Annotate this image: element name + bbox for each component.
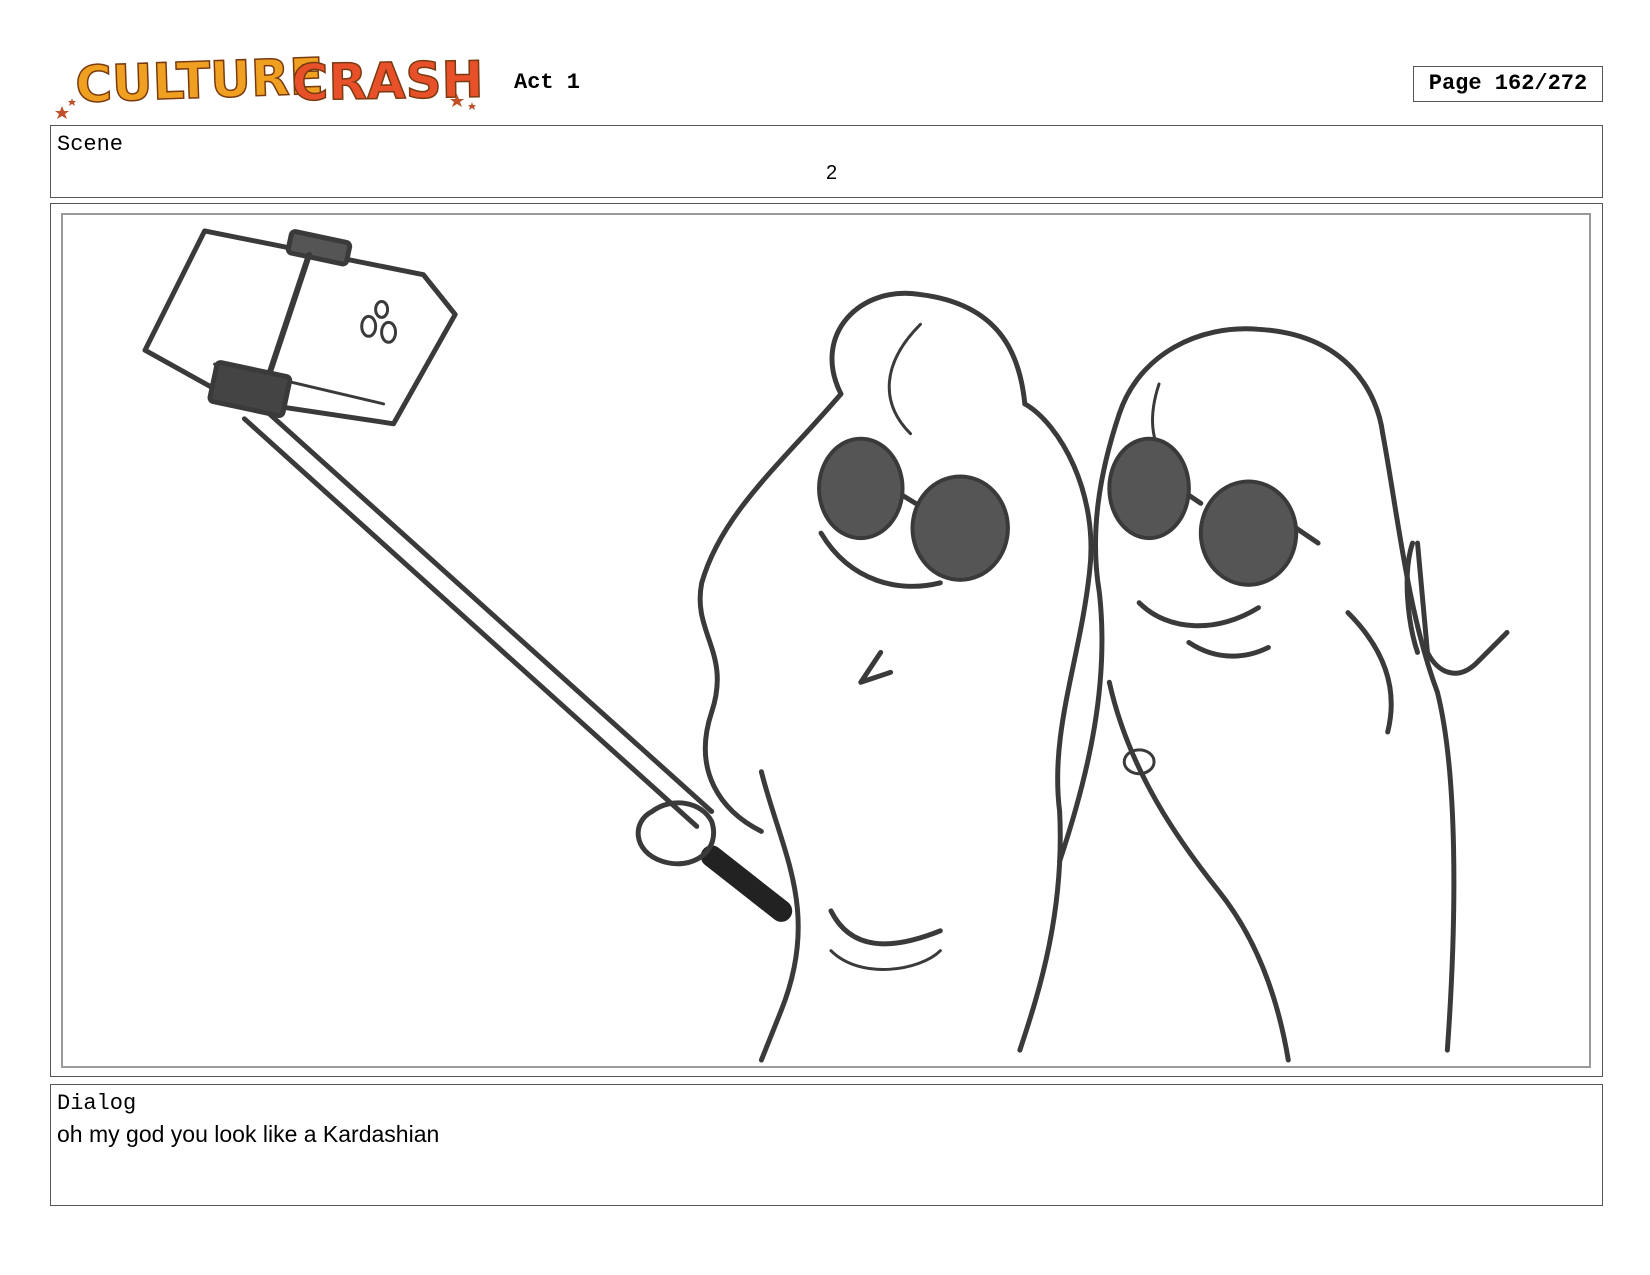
page-counter: Page 162/272 (1413, 66, 1603, 102)
right-girl-sketch (1057, 326, 1510, 1063)
hand-sketch (635, 800, 716, 867)
dialog-box: Dialog oh my god you look like a Kardash… (50, 1084, 1603, 1206)
scene-number: 2 (825, 162, 838, 184)
panel-frame (61, 213, 1591, 1068)
scene-box: Scene 2 (50, 125, 1603, 198)
phone-sketch (142, 228, 458, 427)
left-girl-sketch (697, 290, 1094, 1063)
dialog-text: oh my god you look like a Kardashian (57, 1121, 440, 1147)
selfie-stick-sketch (241, 411, 793, 922)
selfie-sketch-illustration (142, 228, 1510, 1063)
culture-crash-logo: CULTURE CRASH (52, 47, 500, 119)
svg-text:CULTURE: CULTURE (74, 47, 324, 114)
act-label: Act 1 (514, 70, 581, 95)
scene-label: Scene (57, 132, 124, 157)
dialog-label: Dialog (57, 1091, 137, 1116)
storyboard-panel (50, 203, 1603, 1077)
